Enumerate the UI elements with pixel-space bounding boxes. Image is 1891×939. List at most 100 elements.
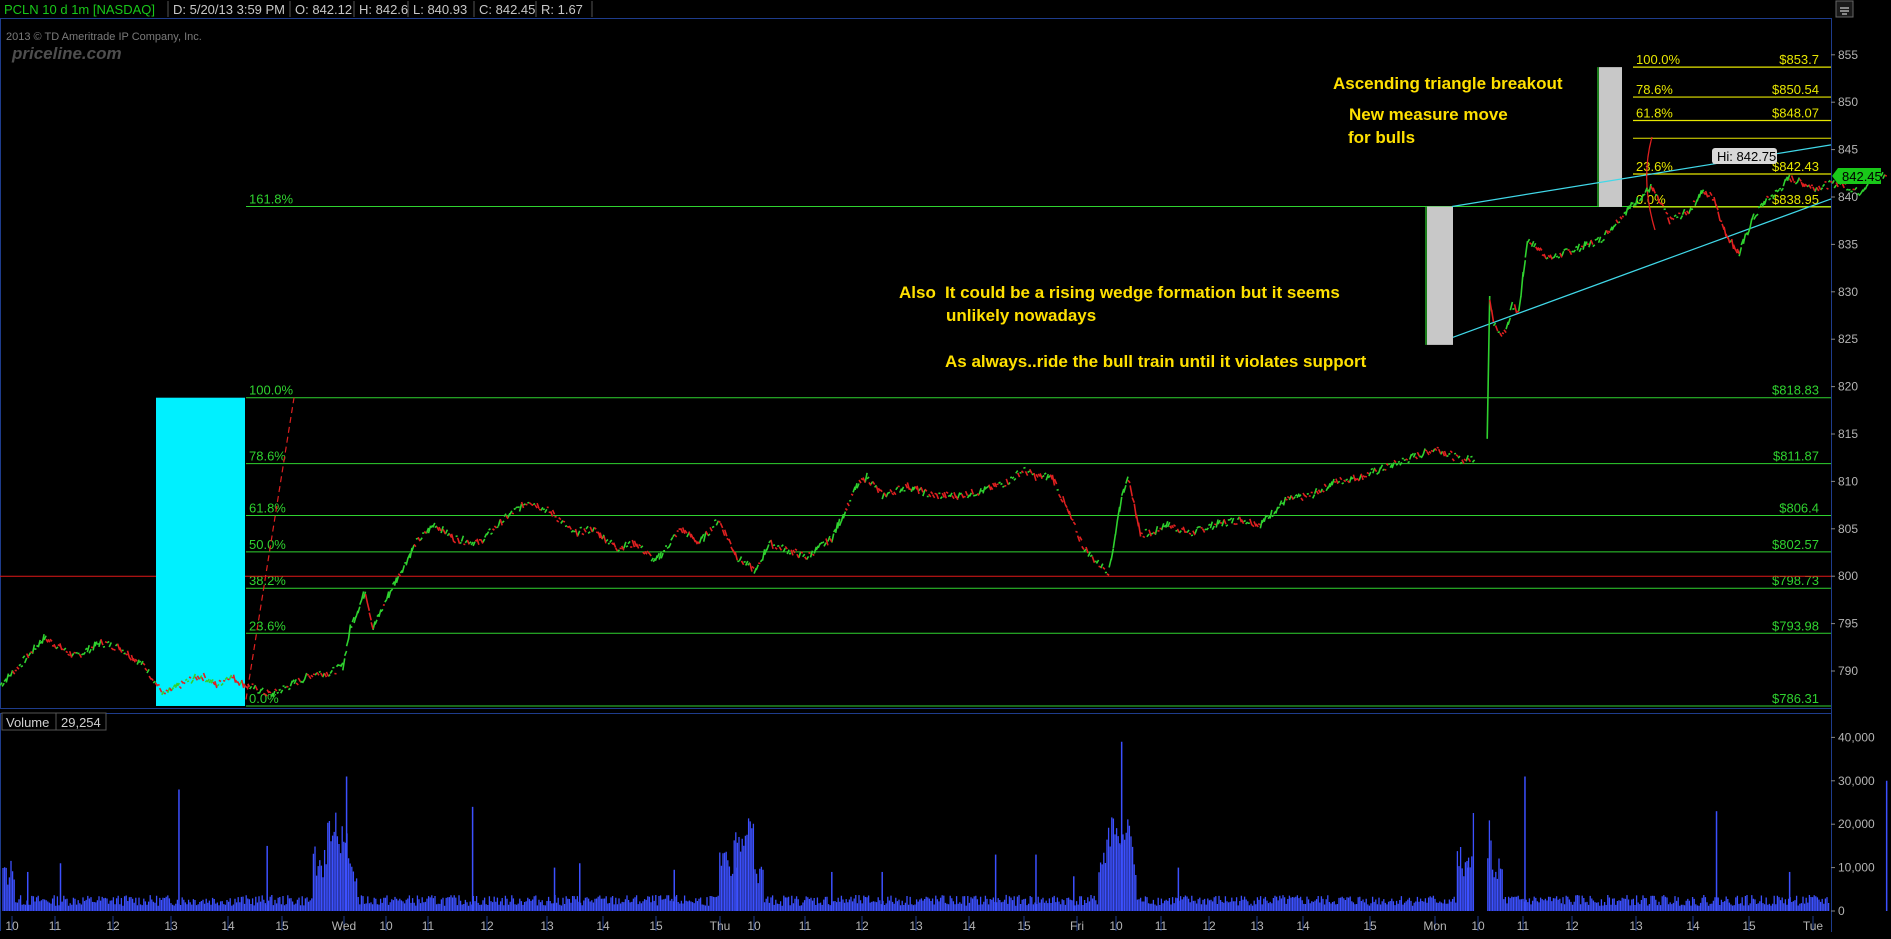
price-axis-label: 800 (1838, 569, 1858, 583)
time-axis-label: Mon (1423, 919, 1446, 933)
price-axis-label: 835 (1838, 237, 1858, 251)
volume-bar-field (2, 812, 1830, 911)
fib-percent-label: 100.0% (249, 383, 294, 398)
copyright-text: 2013 © TD Ameritrade IP Company, Inc. (6, 31, 202, 43)
volume-value: 29,254 (61, 715, 101, 730)
fib-percent-label: 38.2% (249, 573, 286, 588)
measure-box-cyan (156, 397, 245, 706)
time-axis-label: 13 (540, 919, 554, 933)
fibonacci-levels: 161.8% 100.0% $818.83 78.6% $811.87 61.8% $806… (0, 52, 1831, 707)
close-label: C: 842.45 (479, 2, 535, 17)
time-axis-label: 13 (1250, 919, 1264, 933)
price-axis-label: 795 (1838, 617, 1858, 631)
time-axis-label: 14 (1296, 919, 1310, 933)
price-down-segments (1127, 446, 1472, 539)
time-axis-label: 10 (1471, 919, 1485, 933)
fib-upper-price: $848.07 (1772, 105, 1819, 120)
time-axis-label: 10 (379, 919, 393, 933)
price-axis-label: 830 (1838, 285, 1858, 299)
fib-percent-label: 78.6% (249, 449, 286, 464)
time-axis-label: 10 (5, 919, 19, 933)
price-axis-label: 805 (1838, 522, 1858, 536)
annotation-breakout: Ascending triangle breakout (1333, 74, 1563, 93)
time-axis-label: Tue (1803, 919, 1824, 933)
fib-price-label: $806.4 (1779, 501, 1819, 516)
time-axis-label: 14 (1686, 919, 1700, 933)
time-axis-label: 11 (1517, 919, 1530, 933)
annotation-for-bulls: for bulls (1348, 128, 1415, 147)
time-axis-label: 10 (747, 919, 761, 933)
date-label: D: 5/20/13 3:59 PM (173, 2, 285, 17)
annotation-wedge: It could be a rising wedge formation but… (945, 283, 1340, 302)
support-trendline (1452, 198, 1832, 338)
fib-price-label: $802.57 (1772, 537, 1819, 552)
time-axis-label: 15 (1742, 919, 1756, 933)
chart-menu-button[interactable] (1835, 0, 1854, 18)
volume-bars (2, 741, 1888, 911)
red-arc-marker (1646, 136, 1656, 231)
fib-upper-percent: 100.0% (1636, 52, 1681, 67)
high-label: H: 842.6 (359, 2, 408, 17)
measure-box-gray (1427, 206, 1453, 345)
fib-upper-price: $842.43 (1772, 159, 1819, 174)
time-axis-label: Wed (332, 919, 356, 933)
time-axis-label: 14 (596, 919, 610, 933)
fib-upper-price: $850.54 (1772, 82, 1819, 97)
annotation-measure-move: New measure move (1349, 105, 1508, 124)
price-axis-label: 850 (1838, 95, 1858, 109)
time-axis-label: Thu (710, 919, 731, 933)
price-up-segments (1486, 171, 1886, 439)
time-axis-label: 12 (480, 919, 494, 933)
time-axis-label: 12 (106, 919, 120, 933)
fib-percent-label: 161.8% (249, 191, 294, 206)
symbol-label[interactable]: PCLN 10 d 1m [NASDAQ] (4, 2, 155, 17)
volume-axis-label: 0 (1838, 904, 1845, 918)
last-price-badge: 842.45 (1832, 168, 1882, 184)
high-callout: Hi: 842.75 (1712, 148, 1777, 164)
time-axis-label: 11 (1155, 919, 1168, 933)
time-axis-label: 10 (1109, 919, 1123, 933)
price-axis-label: 840 (1838, 190, 1858, 204)
price-axis-label: 825 (1838, 332, 1858, 346)
volume-axis: 40,000 30,000 20,000 10,000 0 (1831, 730, 1875, 918)
last-price-value: 842.45 (1842, 169, 1882, 184)
annotation-unlikely: unlikely nowadays (946, 306, 1096, 325)
low-label: L: 840.93 (413, 2, 467, 17)
measure-boxes (156, 67, 1622, 706)
fib-upper-percent: 61.8% (1636, 105, 1673, 120)
time-axis-label: 15 (649, 919, 663, 933)
time-axis-label: 11 (422, 919, 435, 933)
fib-price-label: $798.73 (1772, 573, 1819, 588)
time-axis-label: 12 (855, 919, 869, 933)
price-axis-label: 810 (1838, 474, 1858, 488)
time-axis-label: 11 (799, 919, 812, 933)
price-axis-label: 820 (1838, 380, 1858, 394)
fib-price-label: $818.83 (1772, 383, 1819, 398)
volume-label: Volume (6, 715, 49, 730)
time-axis-label: 14 (962, 919, 976, 933)
volume-header: Volume 29,254 (1, 712, 107, 731)
volume-axis-label: 40,000 (1838, 730, 1875, 744)
price-pane-frame (0, 18, 1832, 709)
time-axis-label: 15 (1363, 919, 1377, 933)
fib-percent-label: 23.6% (249, 618, 286, 633)
price-axis-label: 845 (1838, 143, 1858, 157)
fib-percent-label: 50.0% (249, 537, 286, 552)
time-axis-label: 11 (49, 919, 62, 933)
fib-price-label: $786.31 (1772, 691, 1819, 706)
annotations: Ascending triangle breakout New measure … (899, 74, 1563, 371)
header-bar: PCLN 10 d 1m [NASDAQ] D: 5/20/13 3:59 PM… (0, 0, 1891, 18)
range-label: R: 1.67 (541, 2, 583, 17)
brand-watermark: priceline.com (11, 44, 122, 63)
fib-percent-label: 61.8% (249, 501, 286, 516)
price-axis-label: 790 (1838, 664, 1858, 678)
high-callout-text: Hi: 842.75 (1717, 149, 1776, 164)
annotation-ride-bull: As always..ride the bull train until it … (945, 352, 1367, 371)
annotation-also: Also (899, 283, 936, 302)
time-axis-label: 14 (221, 919, 235, 933)
fib-price-label: $811.87 (1773, 449, 1819, 464)
time-axis-label: 15 (275, 919, 289, 933)
fib-upper-percent: 78.6% (1636, 82, 1673, 97)
fib-upper-price: $853.7 (1779, 52, 1819, 67)
time-axis-label: Fri (1070, 919, 1084, 933)
